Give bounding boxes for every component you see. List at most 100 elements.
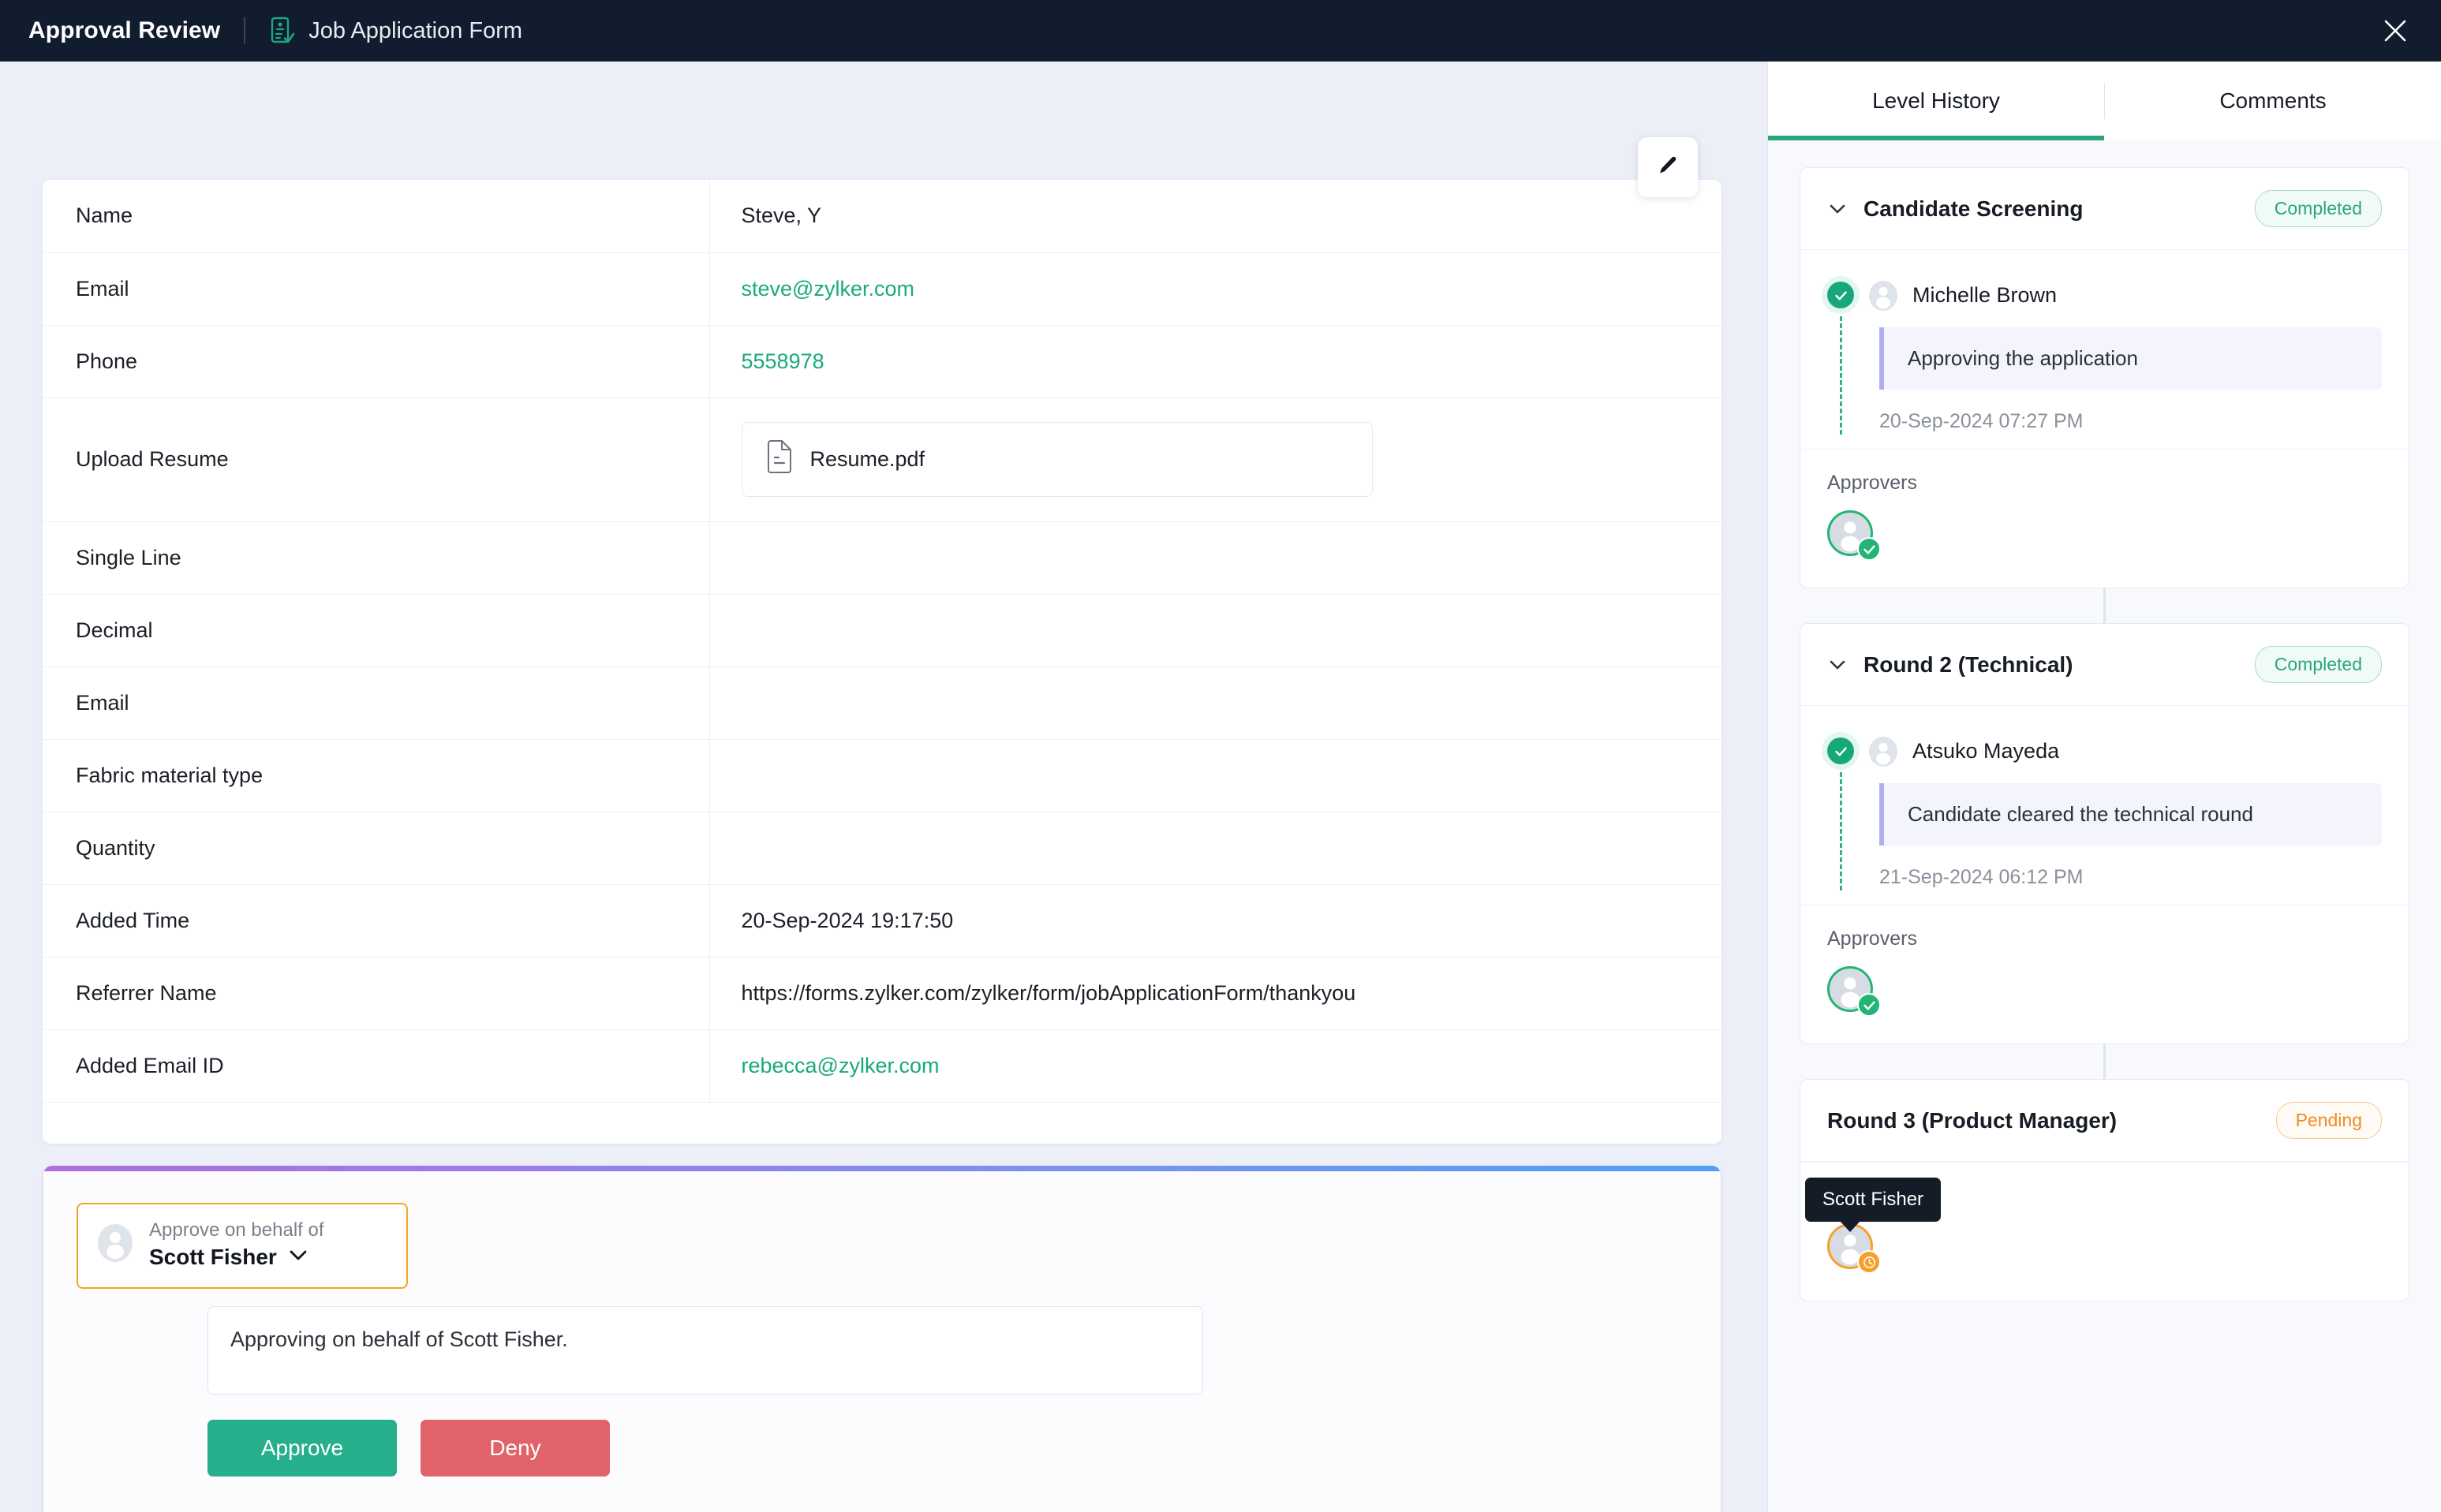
deny-button[interactable]: Deny: [421, 1420, 610, 1477]
status-badge: Completed: [2254, 190, 2382, 227]
form-name: Job Application Form: [308, 17, 523, 43]
field-label: Added Email ID: [43, 1029, 710, 1103]
approver-timestamp: 21-Sep-2024 06:12 PM: [1879, 866, 2084, 888]
level-title: Round 3 (Product Manager): [1827, 1107, 2118, 1133]
field-label: Decimal: [43, 594, 710, 667]
attachment-chip[interactable]: Resume.pdf: [741, 422, 1373, 497]
level-card: Candidate Screening Completed Michelle Bro…: [1800, 167, 2409, 588]
tab-comments[interactable]: Comments: [2105, 62, 2441, 140]
table-row: Phone 5558978: [43, 325, 1721, 398]
level-entry: Michelle Brown Approving the application 2…: [1800, 250, 2409, 449]
avatar-icon: [97, 1223, 133, 1267]
approvers-label: Approvers: [1827, 928, 1917, 950]
level-header[interactable]: Candidate Screening Completed: [1800, 168, 2409, 250]
chevron-down-icon[interactable]: [290, 1250, 307, 1265]
field-label: Upload Resume: [43, 398, 710, 522]
timeline-connector: [1840, 772, 1842, 890]
table-row: Fabric material type: [43, 739, 1721, 812]
approve-button[interactable]: Approve: [207, 1420, 397, 1477]
status-badge: Pending: [2275, 1102, 2382, 1139]
level-card: Round 3 (Product Manager) Pending Approver…: [1800, 1079, 2409, 1301]
check-circle-icon: [1827, 737, 1854, 764]
field-value: [709, 594, 1721, 667]
chevron-down-icon[interactable]: [1827, 655, 1848, 675]
level-connector: [2103, 1044, 2106, 1079]
check-icon: [1857, 537, 1881, 561]
history-pane: Level History Comments Candidate Screeni…: [1767, 62, 2441, 1512]
field-label: Single Line: [43, 521, 710, 595]
form-check-icon: [269, 17, 296, 45]
approver-avatar[interactable]: [1827, 966, 1881, 1017]
approver-timestamp: 20-Sep-2024 07:27 PM: [1879, 410, 2084, 432]
field-value: Resume.pdf: [709, 398, 1721, 522]
header-divider: [244, 17, 246, 44]
field-value: [709, 521, 1721, 595]
approval-review-window: Approval Review Job Application Form Nam…: [0, 0, 2441, 1512]
field-label: Email: [43, 252, 710, 326]
avatar-icon: [1868, 736, 1898, 767]
level-title: Candidate Screening: [1863, 196, 2084, 221]
approval-comment-input[interactable]: Approving on behalf of Scott Fisher.: [207, 1306, 1203, 1395]
approvers-label: Approvers: [1827, 472, 1917, 494]
panel-accent-bar: [43, 1166, 1721, 1171]
timeline-connector: [1840, 316, 1842, 435]
level-entry: Atsuko Mayeda Candidate cleared the techn…: [1800, 706, 2409, 905]
table-row: Referrer Name https://forms.zylker.com/zy…: [43, 957, 1721, 1030]
field-label: Referrer Name: [43, 957, 710, 1030]
document-icon: [766, 440, 793, 479]
page-title: Approval Review: [28, 17, 221, 43]
approvers-section: Approvers: [1800, 449, 2409, 588]
approver-tooltip: Scott Fisher: [1805, 1178, 1942, 1232]
table-row: Added Time 20-Sep-2024 19:17:50: [43, 884, 1721, 958]
level-title: Round 2 (Technical): [1863, 651, 2073, 677]
field-value[interactable]: 5558978: [709, 325, 1721, 398]
level-header[interactable]: Round 3 (Product Manager) Pending: [1800, 1080, 2409, 1162]
main-body: Name Steve, Y Email steve@zylker.com Phone 55…: [0, 62, 2441, 1512]
table-row: Email steve@zylker.com: [43, 252, 1721, 326]
check-icon: [1857, 993, 1881, 1017]
table-row: Quantity: [43, 812, 1721, 885]
approver-avatar[interactable]: [1827, 510, 1881, 561]
table-row: Decimal: [43, 594, 1721, 667]
check-circle-icon: [1827, 282, 1854, 308]
level-card: Round 2 (Technical) Completed Atsuko Mayed…: [1800, 623, 2409, 1044]
pencil-icon: [1657, 155, 1679, 181]
approval-actions: Approve Deny: [207, 1420, 1721, 1477]
approver-comment: Candidate cleared the technical round: [1879, 783, 2382, 846]
tab-level-history[interactable]: Level History: [1768, 62, 2104, 140]
chevron-down-icon[interactable]: [1827, 199, 1848, 219]
field-value: Steve, Y: [709, 180, 1721, 253]
field-value: https://forms.zylker.com/zylker/form/job…: [709, 957, 1721, 1030]
field-value: [709, 739, 1721, 812]
approver-comment: Approving the application: [1879, 327, 2382, 390]
record-detail-pane: Name Steve, Y Email steve@zylker.com Phone 55…: [0, 62, 1767, 1512]
approve-on-behalf-name: Scott Fisher: [149, 1245, 277, 1270]
field-value[interactable]: rebecca@zylker.com: [709, 1029, 1721, 1103]
field-label: Quantity: [43, 812, 710, 885]
table-row: Name Steve, Y: [43, 180, 1721, 253]
field-value: [709, 812, 1721, 885]
approver-avatar[interactable]: Scott Fisher: [1805, 1178, 1942, 1274]
table-row: Email: [43, 666, 1721, 740]
level-header[interactable]: Round 2 (Technical) Completed: [1800, 624, 2409, 706]
field-label: Phone: [43, 325, 710, 398]
field-value: 20-Sep-2024 19:17:50: [709, 884, 1721, 958]
history-tabs: Level History Comments: [1768, 62, 2441, 140]
field-label: Email: [43, 666, 710, 740]
avatar-icon: [1868, 280, 1898, 311]
edit-record-button[interactable]: [1638, 137, 1698, 197]
approval-action-panel: Approve on behalf of Scott Fisher Approv…: [43, 1166, 1721, 1512]
approve-on-behalf-selector[interactable]: Approve on behalf of Scott Fisher: [77, 1203, 408, 1290]
field-label: Fabric material type: [43, 739, 710, 812]
window-header: Approval Review Job Application Form: [0, 0, 2441, 62]
table-row: Upload Resume Resume.pdf: [43, 398, 1721, 522]
status-badge: Completed: [2254, 646, 2382, 683]
approve-on-behalf-label: Approve on behalf of: [149, 1219, 324, 1241]
close-icon[interactable]: [2373, 9, 2417, 53]
field-label: Name: [43, 180, 710, 253]
record-fields-table: Name Steve, Y Email steve@zylker.com Phone 55…: [43, 180, 1721, 1103]
field-value[interactable]: steve@zylker.com: [709, 252, 1721, 326]
field-label: Added Time: [43, 884, 710, 958]
table-row: Single Line: [43, 521, 1721, 595]
level-history-list: Candidate Screening Completed Michelle Bro…: [1768, 140, 2441, 1512]
